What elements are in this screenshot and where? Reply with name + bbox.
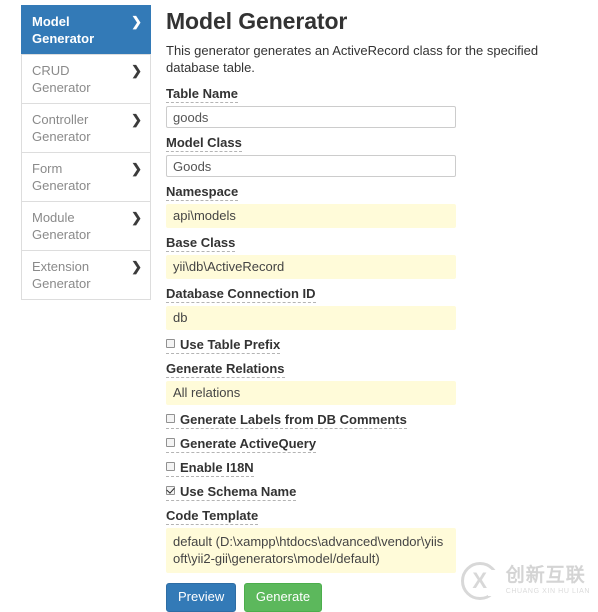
- field-label-model-class: Model Class: [166, 135, 242, 152]
- generator-form-panel: Model Generator This generator generates…: [166, 8, 538, 612]
- field-label-code-template: Code Template: [166, 508, 259, 525]
- gii-page: Model Generator ❯ CRUD Generator ❯ Contr…: [0, 0, 598, 612]
- chevron-right-icon: ❯: [131, 14, 142, 29]
- checkbox-box-unchecked[interactable]: [166, 462, 175, 471]
- chevron-right-icon: ❯: [131, 259, 142, 274]
- field-code-template: Code Template default (D:\xampp\htdocs\a…: [166, 508, 456, 573]
- field-namespace: Namespace api\models: [166, 184, 456, 228]
- sidebar-item-extension-generator[interactable]: Extension Generator ❯: [21, 250, 151, 300]
- field-base-class: Base Class yii\db\ActiveRecord: [166, 235, 456, 279]
- chevron-right-icon: ❯: [131, 63, 142, 78]
- field-generate-labels: Generate Labels from DB Comments: [166, 412, 456, 429]
- sidebar-item-model-generator[interactable]: Model Generator ❯: [21, 5, 151, 54]
- field-use-schema-name: Use Schema Name: [166, 484, 456, 501]
- generate-labels-checkbox[interactable]: Generate Labels from DB Comments: [166, 412, 407, 429]
- page-title: Model Generator: [166, 8, 348, 34]
- db-connection-id-input[interactable]: db: [166, 306, 456, 330]
- sidebar-item-label: Module Generator: [32, 210, 91, 242]
- sidebar-item-label: Extension Generator: [32, 259, 91, 291]
- checkbox-box-unchecked[interactable]: [166, 414, 175, 423]
- use-table-prefix-checkbox[interactable]: Use Table Prefix: [166, 337, 281, 354]
- field-model-class: Model Class: [166, 135, 456, 177]
- watermark-chinese: 创新互联: [505, 564, 586, 587]
- field-generate-activequery: Generate ActiveQuery: [166, 436, 456, 453]
- generator-description: This generator generates an ActiveRecord…: [166, 43, 539, 75]
- generate-labels-label: Generate Labels from DB Comments: [180, 412, 407, 427]
- base-class-input[interactable]: yii\db\ActiveRecord: [166, 255, 456, 279]
- checkbox-box-unchecked[interactable]: [166, 339, 175, 348]
- use-schema-name-label: Use Schema Name: [180, 484, 297, 499]
- checkbox-box-unchecked[interactable]: [166, 438, 175, 447]
- code-template-select[interactable]: default (D:\xampp\htdocs\advanced\vendor…: [166, 528, 456, 573]
- watermark-pinyin: CHUANG XIN HU LIAN: [505, 588, 590, 596]
- checkbox-box-checked[interactable]: [166, 486, 175, 495]
- sidebar-item-crud-generator[interactable]: CRUD Generator ❯: [21, 54, 151, 103]
- sidebar-item-form-generator[interactable]: Form Generator ❯: [21, 152, 151, 201]
- generate-activequery-checkbox[interactable]: Generate ActiveQuery: [166, 436, 317, 453]
- field-enable-i18n: Enable I18N: [166, 460, 456, 477]
- watermark: 创新互联 CHUANG XIN HU LIAN: [460, 562, 590, 600]
- field-label-db-connection-id: Database Connection ID: [166, 286, 316, 303]
- field-label-generate-relations: Generate Relations: [166, 361, 285, 378]
- model-class-input[interactable]: [166, 155, 456, 177]
- generator-sidebar: Model Generator ❯ CRUD Generator ❯ Contr…: [21, 5, 151, 300]
- chevron-right-icon: ❯: [131, 161, 142, 176]
- generate-activequery-label: Generate ActiveQuery: [180, 436, 317, 451]
- table-name-input[interactable]: [166, 106, 456, 128]
- sidebar-item-label: Controller Generator: [32, 112, 91, 144]
- sidebar-item-module-generator[interactable]: Module Generator ❯: [21, 201, 151, 250]
- generate-relations-select[interactable]: All relations: [166, 381, 456, 405]
- field-label-namespace: Namespace: [166, 184, 239, 201]
- enable-i18n-checkbox[interactable]: Enable I18N: [166, 460, 254, 477]
- field-db-connection-id: Database Connection ID db: [166, 286, 456, 330]
- namespace-input[interactable]: api\models: [166, 204, 456, 228]
- enable-i18n-label: Enable I18N: [180, 460, 254, 475]
- sidebar-item-label: CRUD Generator: [32, 63, 91, 95]
- use-table-prefix-label: Use Table Prefix: [180, 337, 281, 352]
- chevron-right-icon: ❯: [131, 210, 142, 225]
- chevron-right-icon: ❯: [131, 112, 142, 127]
- field-generate-relations: Generate Relations All relations: [166, 361, 456, 405]
- sidebar-item-controller-generator[interactable]: Controller Generator ❯: [21, 103, 151, 152]
- watermark-logo-icon: [460, 562, 500, 600]
- watermark-text: 创新互联 CHUANG XIN HU LIAN: [505, 564, 590, 596]
- field-label-base-class: Base Class: [166, 235, 236, 252]
- use-schema-name-checkbox[interactable]: Use Schema Name: [166, 484, 297, 501]
- field-use-table-prefix: Use Table Prefix: [166, 337, 456, 354]
- field-label-table-name: Table Name: [166, 86, 239, 103]
- sidebar-item-label: Form Generator: [32, 161, 91, 193]
- sidebar-item-label: Model Generator: [32, 14, 95, 46]
- field-table-name: Table Name: [166, 86, 456, 128]
